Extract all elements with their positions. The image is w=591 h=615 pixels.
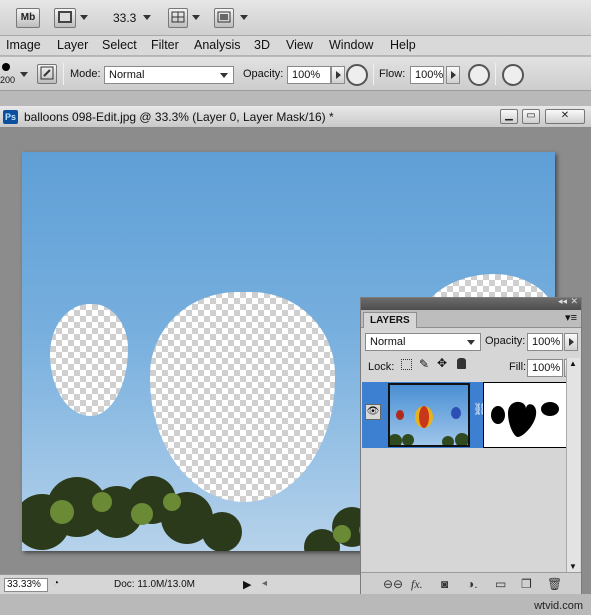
fill-label: Fill: <box>509 361 527 373</box>
brush-preset-dropdown-icon[interactable] <box>20 72 28 77</box>
layer-row[interactable]: 👁 ⛓ <box>362 382 567 448</box>
zoom-level[interactable]: 33.3 <box>113 11 136 25</box>
opacity-stepper[interactable] <box>331 66 345 84</box>
chevron-down-icon <box>467 340 475 345</box>
menu-filter[interactable]: Filter <box>151 38 179 52</box>
lock-transparency-icon[interactable] <box>401 359 412 370</box>
lock-pixels-icon[interactable]: ✎ <box>419 357 429 371</box>
chevron-down-icon[interactable] <box>192 15 200 20</box>
layers-footer-toolbar: ⊖⊖ fx. ◙ ◑. ▭ ❐ 🗑 <box>361 572 581 594</box>
layer-mask-thumbnail[interactable] <box>483 382 567 448</box>
panel-tab-row: LAYERS ▾≡ <box>361 310 581 328</box>
panel-menu-icon[interactable]: ▾≡ <box>565 311 577 324</box>
mode-value: Normal <box>109 69 145 81</box>
layer-thumbnail[interactable] <box>388 383 470 447</box>
pressure-opacity-icon[interactable] <box>346 64 368 86</box>
scroll-up-icon[interactable]: ▲ <box>569 359 577 368</box>
menu-view[interactable]: View <box>286 38 313 52</box>
chevron-down-icon[interactable] <box>240 15 248 20</box>
zoom-dropdown-icon[interactable] <box>143 15 151 20</box>
balloons-thumbnail-image <box>390 406 468 445</box>
arrange-documents-button[interactable] <box>168 8 188 28</box>
blend-mode-value: Normal <box>370 336 406 348</box>
status-menu-arrow-icon[interactable]: ▶ <box>243 578 251 591</box>
grid-icon <box>171 11 185 23</box>
view-extras-button[interactable] <box>54 8 76 28</box>
menu-window[interactable]: Window <box>329 38 373 52</box>
layer-opacity-label: Opacity: <box>485 335 526 347</box>
film-icon <box>58 11 72 23</box>
photoshop-logo-icon: Ps <box>3 110 18 124</box>
layer-opacity-stepper[interactable] <box>564 333 578 351</box>
status-settings-icon[interactable]: ◔ <box>53 578 59 589</box>
layer-opacity-input[interactable]: 100% <box>527 333 563 351</box>
mask-shapes-image <box>491 401 559 437</box>
opacity-label: Opacity: <box>243 68 284 80</box>
menu-bar: Image Layer Select Filter Analysis 3D Vi… <box>0 36 591 56</box>
lock-label: Lock: <box>368 361 395 373</box>
brush-dot-icon[interactable] <box>2 63 10 71</box>
flow-stepper[interactable] <box>446 66 460 84</box>
add-mask-icon[interactable]: ◙ <box>441 577 448 591</box>
adjustment-layer-icon[interactable]: ◑. <box>467 577 478 591</box>
layer-style-icon[interactable]: fx. <box>411 577 423 592</box>
brush-size: 200 <box>0 75 16 85</box>
layers-panel: ◂◂ ✕ LAYERS ▾≡ Normal Opacity: 100% Lock… <box>360 296 582 594</box>
new-group-icon[interactable]: ▭ <box>495 577 506 591</box>
delete-layer-icon[interactable]: 🗑 <box>547 577 562 591</box>
document-title-bar[interactable]: Ps balloons 098-Edit.jpg @ 33.3% (Layer … <box>0 106 591 128</box>
scroll-left-icon[interactable]: ◂ <box>262 578 267 589</box>
restore-button[interactable]: ▭ <box>522 109 540 124</box>
screen-mode-button[interactable] <box>214 8 234 28</box>
separator <box>495 63 496 85</box>
screen-mode-icon <box>217 11 231 23</box>
document-size-info: Doc: 11.0M/13.0M <box>114 579 195 590</box>
mode-label: Mode: <box>70 68 101 80</box>
close-button[interactable]: ✕ <box>545 109 585 124</box>
menu-image[interactable]: Image <box>6 38 41 52</box>
scroll-down-icon[interactable]: ▼ <box>569 562 577 571</box>
masked-area-left <box>50 304 128 416</box>
airbrush-icon[interactable] <box>468 64 490 86</box>
layers-scrollbar[interactable]: ▲ ▼ <box>566 358 580 572</box>
options-bar: 200 Mode: Normal Opacity: 100% Flow: 100… <box>0 57 591 91</box>
chevron-down-icon[interactable] <box>80 15 88 20</box>
status-bar: 33.33% ◔ Doc: 11.0M/13.0M ▶ ◂ <box>0 574 360 594</box>
application-bar: Mb 33.3 <box>0 0 591 36</box>
tab-layers[interactable]: LAYERS <box>363 312 417 328</box>
opacity-input[interactable]: 100% <box>287 66 331 84</box>
menu-select[interactable]: Select <box>102 38 137 52</box>
menu-layer[interactable]: Layer <box>57 38 88 52</box>
menu-3d[interactable]: 3D <box>254 38 270 52</box>
close-panel-icon[interactable]: ✕ <box>570 296 578 307</box>
collapse-icon[interactable]: ◂◂ <box>558 296 567 307</box>
mode-select[interactable]: Normal <box>104 66 234 84</box>
pressure-size-icon[interactable] <box>502 64 524 86</box>
zoom-field[interactable]: 33.33% <box>4 578 48 592</box>
brush-panel-icon <box>40 66 54 80</box>
mini-bridge-label: Mb <box>20 12 36 23</box>
panel-header[interactable]: ◂◂ ✕ <box>361 296 581 310</box>
visibility-eye-icon[interactable]: 👁 <box>365 404 381 420</box>
link-layers-icon[interactable]: ⊖⊖ <box>383 577 403 591</box>
mini-bridge-button[interactable]: Mb <box>16 8 40 28</box>
brush-panel-toggle[interactable] <box>37 64 57 84</box>
watermark-text: wtvid.com <box>534 600 583 612</box>
flow-label: Flow: <box>379 68 406 80</box>
separator <box>63 63 64 85</box>
new-layer-icon[interactable]: ❐ <box>521 577 532 591</box>
flow-input[interactable]: 100% <box>410 66 444 84</box>
lock-all-icon[interactable] <box>457 358 466 369</box>
blend-mode-select[interactable]: Normal <box>365 333 481 351</box>
menu-analysis[interactable]: Analysis <box>194 38 241 52</box>
fill-input[interactable]: 100% <box>527 359 563 377</box>
menu-help[interactable]: Help <box>390 38 416 52</box>
lock-position-icon[interactable]: ✥ <box>437 356 447 370</box>
document-title: balloons 098-Edit.jpg @ 33.3% (Layer 0, … <box>24 110 334 124</box>
chevron-down-icon <box>220 73 228 78</box>
separator <box>373 63 374 85</box>
minimize-button[interactable]: ▁ <box>500 109 518 124</box>
